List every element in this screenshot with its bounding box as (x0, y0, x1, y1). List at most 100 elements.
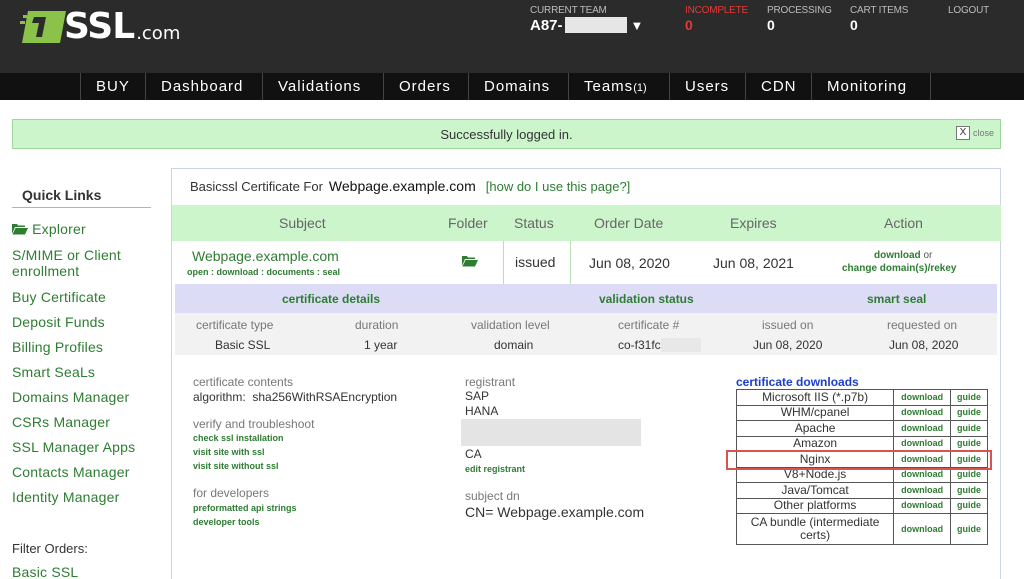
nav-item-dashboard[interactable]: Dashboard (161, 73, 243, 100)
nav-item-domains[interactable]: Domains (484, 73, 550, 100)
certificate-number-value: co-f31fc (618, 338, 661, 352)
developer-tools-link[interactable]: developer tools (193, 517, 260, 527)
cart-label: CART ITEMS (850, 5, 909, 16)
nav-item-monitoring[interactable]: Monitoring (827, 73, 907, 100)
sidebar-item-ssl-manager-apps[interactable]: SSL Manager Apps (12, 439, 135, 455)
check-ssl-link[interactable]: check ssl installation (193, 433, 284, 443)
detail-label: requested on (887, 318, 958, 332)
certificate-details-tab[interactable]: certificate details (282, 292, 380, 306)
platform-name: CA bundle (intermediate certs) (735, 513, 895, 545)
flash-close-button[interactable]: X close (955, 126, 994, 140)
smart-seal-tab[interactable]: smart seal (867, 292, 926, 306)
platform-download-link[interactable]: download (893, 497, 952, 514)
quick-links-divider (12, 207, 151, 208)
redacted-cert-number (660, 338, 701, 352)
nav-divider (262, 73, 263, 100)
nav-item-cdn[interactable]: CDN (761, 73, 797, 100)
cart-stat[interactable]: CART ITEMS 0 (850, 5, 908, 33)
subject-dn-label: subject dn (465, 489, 520, 503)
row-domain-link[interactable]: Webpage.example.com (192, 248, 339, 264)
nav-item-orders[interactable]: Orders (399, 73, 451, 100)
current-team-label: CURRENT TEAM (530, 5, 607, 16)
filter-item-basic-ssl[interactable]: Basic SSL (12, 564, 78, 579)
nav-item-validations[interactable]: Validations (278, 73, 361, 100)
edit-registrant-link[interactable]: edit registrant (465, 464, 525, 474)
flash-message-text: Successfully logged in. (440, 127, 573, 142)
table-row: CA bundle (intermediate certs) download gu… (735, 513, 988, 545)
platform-download-link[interactable]: download (893, 482, 952, 499)
top-header: SSL .com CURRENT TEAM A87- ▼ INCOMPLETE 0… (0, 0, 1024, 73)
sidebar-item-csrs-manager[interactable]: CSRs Manager (12, 414, 110, 430)
nav-divider (669, 73, 670, 100)
sidebar-item-buy-certificate[interactable]: Buy Certificate (12, 289, 106, 305)
detail-value: domain (494, 338, 534, 352)
folder-open-icon (12, 224, 28, 235)
current-team[interactable]: CURRENT TEAM A87- ▼ (530, 5, 643, 34)
logout-link[interactable]: LOGOUT (948, 5, 989, 16)
platform-download-link[interactable]: download (893, 404, 952, 421)
sidebar-item-billing-profiles[interactable]: Billing Profiles (12, 339, 103, 355)
platform-download-link[interactable]: download (893, 513, 952, 545)
certificate-contents-label: certificate contents (193, 375, 294, 389)
processing-stat[interactable]: PROCESSING 0 (767, 5, 832, 33)
platform-guide-link[interactable]: guide (950, 513, 988, 545)
certificate-downloads-title: certificate downloads (736, 375, 859, 389)
api-strings-link[interactable]: preformatted api strings (193, 503, 297, 513)
visit-with-ssl-link[interactable]: visit site with ssl (193, 447, 265, 457)
ssl-logo[interactable]: SSL .com (20, 6, 180, 47)
nav-item-users[interactable]: Users (685, 73, 729, 100)
nav-item-teams[interactable]: Teams(1) (584, 73, 647, 100)
platform-download-link[interactable]: download (893, 389, 952, 406)
status-value: issued (515, 254, 556, 270)
redacted-registrant-address (461, 419, 641, 446)
table-row: Other platforms download guide (735, 497, 988, 514)
visit-without-ssl-link[interactable]: visit site without ssl (193, 461, 279, 471)
sidebar-item-explorer[interactable]: Explorer (12, 221, 86, 237)
highlight-box-nginx (726, 450, 992, 470)
developers-label: for developers (193, 486, 270, 500)
detail-label: certificate # (618, 318, 680, 332)
sidebar-item-contacts-manager[interactable]: Contacts Manager (12, 464, 130, 480)
detail-value: Jun 08, 2020 (889, 338, 959, 352)
logout-label: LOGOUT (948, 5, 990, 16)
platform-guide-link[interactable]: guide (950, 389, 988, 406)
row-quick-links[interactable]: open : download : documents : seal (187, 267, 340, 277)
platform-guide-link[interactable]: guide (950, 497, 988, 514)
platform-guide-link[interactable]: guide (950, 404, 988, 421)
registrant-line: HANA (465, 404, 499, 418)
sidebar-item-deposit-funds[interactable]: Deposit Funds (12, 314, 105, 330)
current-team-value: A87- (530, 17, 563, 34)
sidebar-item-domains-manager[interactable]: Domains Manager (12, 389, 129, 405)
logo-text: SSL (64, 6, 135, 47)
sidebar-item-identity-manager[interactable]: Identity Manager (12, 489, 119, 505)
dropdown-caret-icon[interactable]: ▼ (631, 18, 644, 33)
validation-status-tab[interactable]: validation status (599, 292, 694, 306)
flash-message: Successfully logged in. X close (12, 119, 1001, 149)
folder-open-icon[interactable] (462, 255, 478, 267)
sidebar-item-smart-seals[interactable]: Smart SeaLs (12, 364, 95, 380)
close-icon: X (955, 126, 970, 140)
sidebar-item-smime[interactable]: S/MIME or Client enrollment (12, 247, 121, 279)
detail-value: 1 year (364, 338, 398, 352)
platform-guide-link[interactable]: guide (950, 482, 988, 499)
platform-guide-link[interactable]: guide (950, 420, 988, 437)
table-row: Java/Tomcat download guide (735, 482, 988, 499)
help-link[interactable]: [how do I use this page?] (486, 179, 631, 194)
nav-teams-label: Teams (584, 78, 634, 95)
platform-download-link[interactable]: download (893, 420, 952, 437)
platform-name: WHM/cpanel (735, 404, 895, 421)
nav-item-buy[interactable]: BUY (96, 73, 130, 100)
registrant-label: registrant (465, 375, 516, 389)
page-title: Basicssl Certificate For Webpage.example.… (190, 178, 630, 194)
download-link[interactable]: download (874, 250, 921, 261)
detail-value: Jun 08, 2020 (753, 338, 823, 352)
change-domain-link[interactable]: change domain(s)/rekey (842, 263, 956, 274)
nav-divider (145, 73, 146, 100)
incomplete-stat[interactable]: INCOMPLETE 0 (685, 5, 748, 33)
sidebar-item-label: enrollment (12, 263, 80, 279)
algorithm-row: algorithm: sha256WithRSAEncryption (193, 390, 397, 404)
nav-divider (468, 73, 469, 100)
column-header-subject: Subject (279, 215, 326, 231)
incomplete-value: 0 (685, 17, 693, 33)
nav-divider (930, 73, 931, 100)
